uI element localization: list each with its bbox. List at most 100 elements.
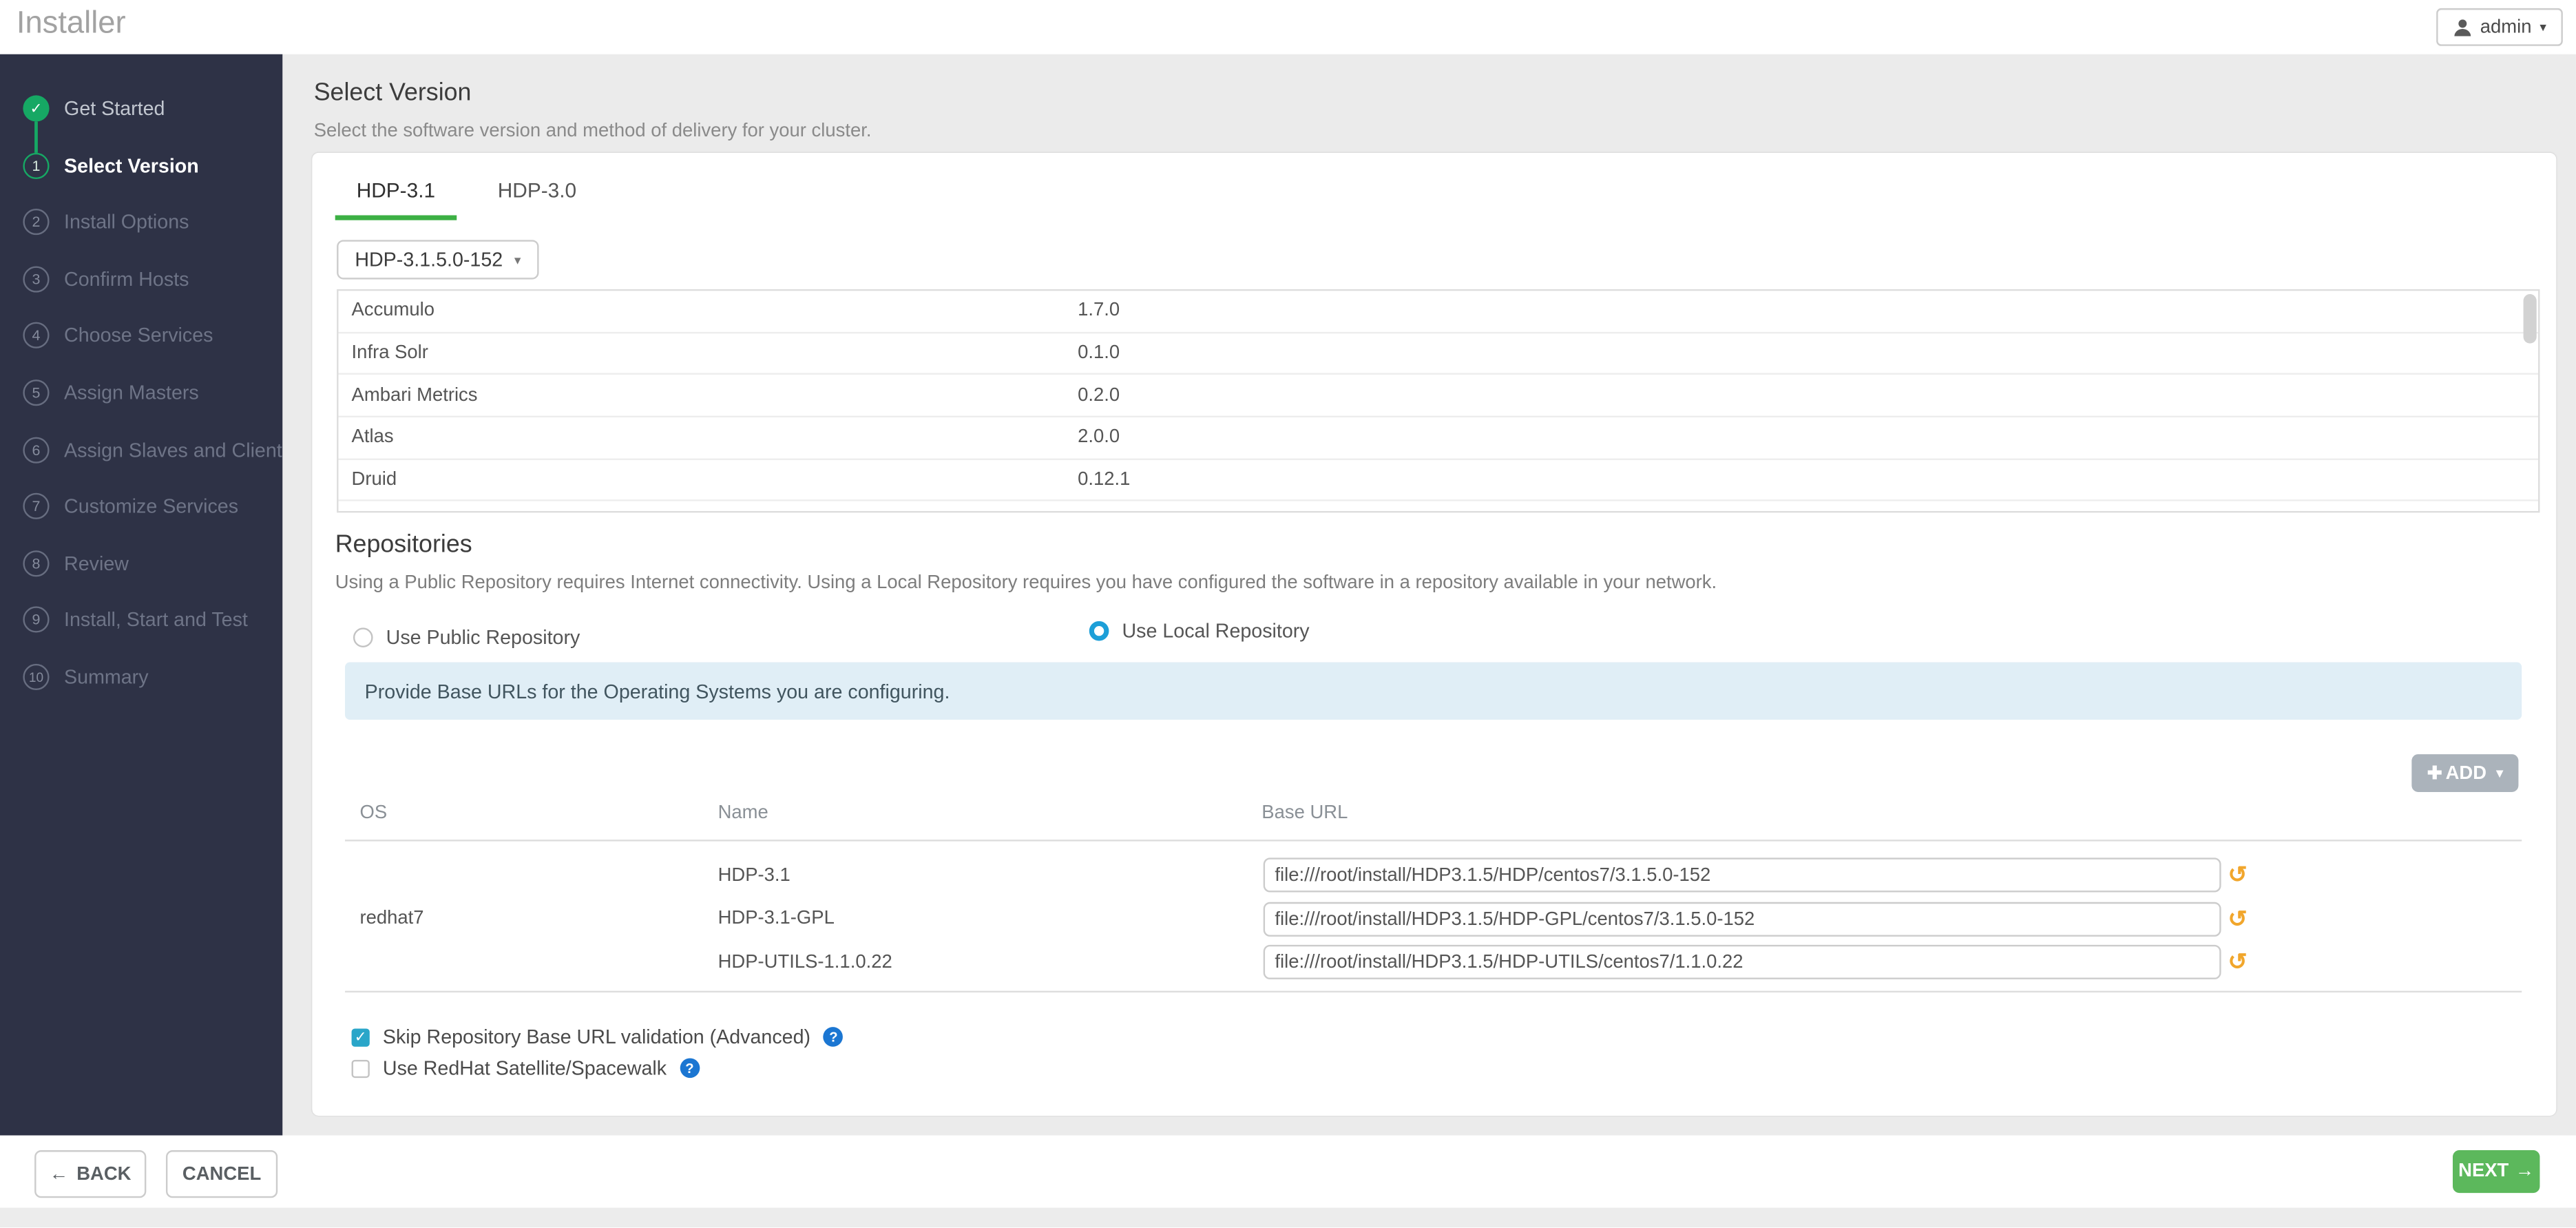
sidebar-step-confirm-hosts[interactable]: 3 Confirm Hosts	[0, 262, 282, 295]
caret-down-icon: ▾	[2496, 766, 2503, 780]
checkbox-checked-icon[interactable]: ✓	[352, 1028, 370, 1045]
user-icon	[2452, 17, 2472, 37]
os-value: redhat7	[359, 908, 423, 928]
select-version-card: HDP-3.1 HDP-3.0 HDP-3.1.5.0-152 ▾ Accumu…	[312, 153, 2556, 1116]
sidebar-step-install-start-test[interactable]: 9 Install, Start and Test	[0, 604, 282, 637]
service-version: 0.1.0	[1078, 344, 1406, 364]
sidebar-step-install-options[interactable]: 2 Install Options	[0, 206, 282, 239]
add-button-label: ADD	[2446, 763, 2486, 783]
next-button[interactable]: NEXT →	[2453, 1150, 2540, 1193]
info-alert: Provide Base URLs for the Operating Syst…	[345, 662, 2522, 720]
radio-use-local-repository[interactable]: Use Local Repository	[1089, 619, 1310, 642]
service-version: 2.0.0	[1078, 428, 1406, 448]
version-dropdown[interactable]: HDP-3.1.5.0-152 ▾	[337, 240, 539, 279]
stack-tabs: HDP-3.1 HDP-3.0	[335, 169, 618, 220]
undo-icon[interactable]: ↺	[2224, 945, 2250, 979]
page-subtitle: Select the software version and method o…	[314, 122, 872, 142]
radio-icon[interactable]	[353, 627, 373, 647]
back-button[interactable]: ← BACK	[34, 1150, 146, 1198]
step-number: 5	[23, 379, 49, 406]
sidebar-step-customize-services[interactable]: 7 Customize Services	[0, 490, 282, 523]
step-number: 9	[23, 607, 49, 633]
services-version-table: Accumulo 1.7.0 Infra Solr 0.1.0 Ambari M…	[337, 289, 2540, 512]
wizard-footer: ← BACK CANCEL NEXT →	[0, 1136, 2576, 1208]
sidebar-step-assign-masters[interactable]: 5 Assign Masters	[0, 376, 282, 409]
sidebar-step-get-started[interactable]: ✓ Get Started	[0, 92, 282, 125]
undo-icon[interactable]: ↺	[2224, 857, 2250, 892]
help-icon[interactable]: ?	[680, 1058, 700, 1078]
base-url-input-hdp-utils[interactable]	[1264, 945, 2221, 979]
radio-use-public-repository[interactable]: Use Public Repository	[353, 626, 580, 649]
service-name: Infra Solr	[338, 344, 1078, 364]
service-name: HBase	[338, 512, 1078, 513]
table-bottom-divider	[345, 991, 2522, 992]
cancel-button[interactable]: CANCEL	[166, 1150, 278, 1198]
checkbox-unchecked-icon[interactable]	[352, 1059, 370, 1077]
step-number: 8	[23, 550, 49, 576]
help-icon[interactable]: ?	[824, 1027, 844, 1047]
wizard-sidebar: ✓ Get Started 1 Select Version 2 Install…	[0, 54, 282, 1136]
user-menu-label: admin	[2480, 17, 2532, 37]
arrow-right-icon: →	[2515, 1162, 2534, 1182]
service-name: Atlas	[338, 428, 1078, 448]
top-header: Installer admin ▾	[0, 0, 2576, 54]
caret-down-icon: ▾	[2540, 20, 2546, 34]
repositories-description: Using a Public Repository requires Inter…	[335, 574, 1717, 594]
tab-hdp-3-0[interactable]: HDP-3.0	[477, 169, 598, 220]
bottom-strip	[0, 1208, 2576, 1228]
caret-down-icon: ▾	[514, 252, 521, 267]
user-menu-button[interactable]: admin ▾	[2436, 8, 2563, 46]
table-row: Atlas 2.0.0	[338, 417, 2538, 459]
checkbox-use-satellite[interactable]: Use RedHat Satellite/Spacewalk ?	[352, 1057, 700, 1079]
service-version: 1.7.0	[1078, 301, 1406, 321]
column-header-os: OS	[359, 804, 387, 824]
table-row: HBase 2.1.6	[338, 502, 2538, 513]
check-icon: ✓	[23, 95, 49, 121]
sidebar-step-choose-services[interactable]: 4 Choose Services	[0, 320, 282, 353]
main-content: Select Version Select the software versi…	[282, 54, 2576, 1136]
add-button[interactable]: ✚ADD ▾	[2411, 754, 2518, 792]
table-row: Infra Solr 0.1.0	[338, 333, 2538, 375]
sidebar-step-select-version[interactable]: 1 Select Version	[0, 149, 282, 182]
step-number: 4	[23, 323, 49, 349]
version-dropdown-label: HDP-3.1.5.0-152	[355, 248, 503, 271]
sidebar-step-summary[interactable]: 10 Summary	[0, 660, 282, 694]
radio-icon[interactable]	[1089, 621, 1109, 641]
sidebar-step-assign-slaves[interactable]: 6 Assign Slaves and Clients	[0, 433, 282, 466]
tab-hdp-3-1[interactable]: HDP-3.1	[335, 169, 457, 220]
service-name: Ambari Metrics	[338, 386, 1078, 406]
repo-name: HDP-3.1-GPL	[718, 908, 835, 928]
checkbox-skip-validation[interactable]: ✓ Skip Repository Base URL validation (A…	[352, 1026, 844, 1048]
service-version: 0.12.1	[1078, 470, 1406, 490]
step-connector-line	[35, 122, 39, 153]
column-header-base-url: Base URL	[1261, 804, 1348, 824]
info-alert-text: Provide Base URLs for the Operating Syst…	[365, 680, 950, 703]
table-header-divider	[345, 840, 2522, 841]
repositories-title: Repositories	[335, 531, 472, 559]
step-number: 3	[23, 266, 49, 292]
step-number: 7	[23, 493, 49, 519]
table-row: Accumulo 1.7.0	[338, 291, 2538, 333]
base-url-input-hdp[interactable]	[1264, 857, 2221, 892]
table-row: Druid 0.12.1	[338, 459, 2538, 501]
repo-name: HDP-UTILS-1.1.0.22	[718, 953, 892, 973]
scrollbar-thumb[interactable]	[2524, 294, 2537, 344]
service-version: 0.2.0	[1078, 386, 1406, 406]
column-header-name: Name	[718, 804, 768, 824]
step-number: 1	[23, 152, 49, 178]
step-number: 2	[23, 209, 49, 235]
base-url-input-hdp-gpl[interactable]	[1264, 902, 2221, 937]
undo-icon[interactable]: ↺	[2224, 902, 2250, 937]
service-name: Accumulo	[338, 301, 1078, 321]
page: Installer admin ▾ ✓ Get Started 1 Select…	[0, 0, 2576, 1227]
step-number: 10	[23, 664, 49, 690]
service-version: 2.1.6	[1078, 512, 1406, 513]
arrow-left-icon: ←	[50, 1164, 68, 1184]
page-title: Select Version	[314, 79, 472, 107]
repo-name: HDP-3.1	[718, 866, 790, 886]
table-row: Ambari Metrics 0.2.0	[338, 375, 2538, 417]
app-title: Installer	[17, 7, 126, 43]
sidebar-step-review[interactable]: 8 Review	[0, 547, 282, 580]
plus-icon: ✚	[2427, 762, 2442, 784]
step-number: 6	[23, 437, 49, 463]
